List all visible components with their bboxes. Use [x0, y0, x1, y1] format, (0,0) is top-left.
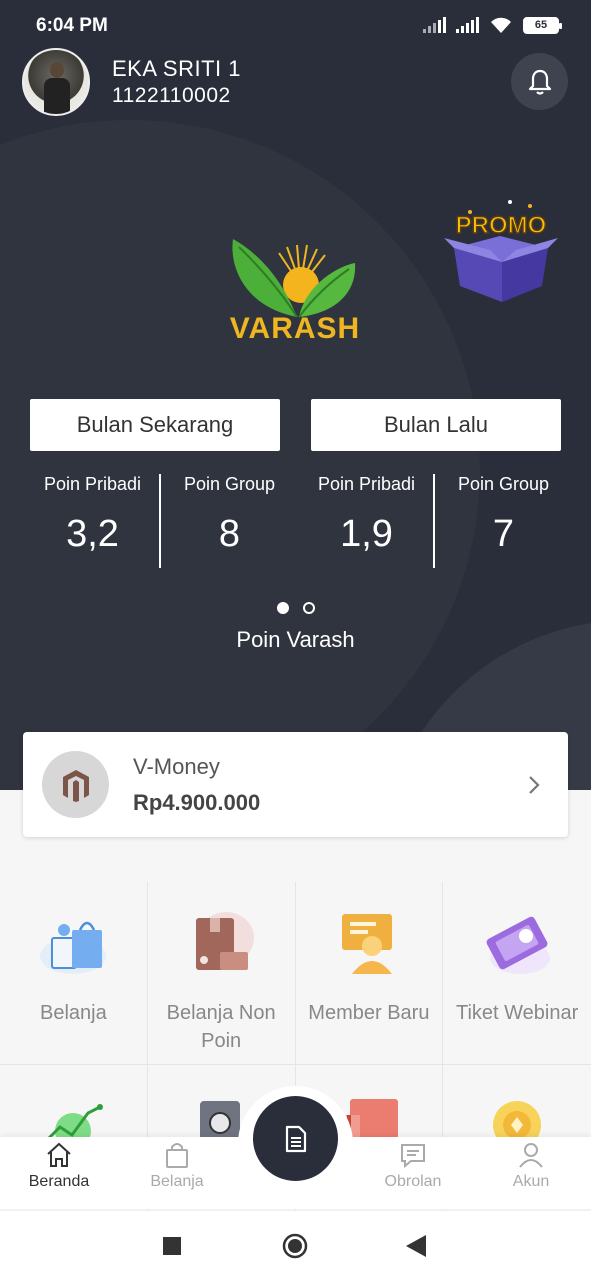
user-profile[interactable]: EKA SRITI 1 1122110002 [22, 48, 241, 116]
carousel-dot[interactable] [303, 602, 315, 614]
points-summary: Poin Pribadi 3,2 Poin Group 8 Poin Priba… [24, 474, 572, 568]
home-icon [47, 1142, 71, 1167]
nav-label: Belanja [150, 1173, 204, 1190]
member-id: 1122110002 [112, 84, 231, 107]
signal-icon [423, 17, 446, 33]
menu-item-tiket-webinar[interactable]: Tiket Webinar [443, 882, 591, 1065]
vmoney-title: V-Money [133, 753, 220, 779]
hero-header [0, 0, 591, 790]
points-item: Poin Pribadi 3,2 [24, 474, 161, 556]
menu-item-belanja[interactable]: Belanja [0, 882, 148, 1065]
chevron-right-icon [529, 776, 540, 794]
carousel-caption: Poin Varash [236, 627, 355, 652]
avatar[interactable] [22, 48, 90, 116]
vmoney-amount: Rp4.900.000 [133, 789, 261, 815]
ticket-icon [486, 916, 551, 974]
box-icon [196, 912, 255, 970]
points-label: Poin Pribadi [317, 474, 416, 494]
divider [159, 474, 161, 568]
status-icons: 65 [423, 16, 562, 34]
new-member-icon [341, 914, 392, 974]
points-value: 8 [218, 513, 241, 555]
document-icon [285, 1125, 306, 1152]
system-navigation-bar [0, 1210, 591, 1280]
logo-text: VARASH [229, 312, 361, 345]
bag-icon [166, 1143, 188, 1168]
user-name: EKA SRITI 1 [112, 56, 241, 81]
nav-beranda[interactable]: Beranda [0, 1137, 118, 1191]
shopping-bag-icon [40, 921, 107, 974]
chat-icon [401, 1144, 425, 1169]
carousel-dot-active[interactable] [277, 602, 289, 614]
document-fab-button[interactable] [253, 1096, 338, 1181]
tab-bulan-sekarang[interactable]: Bulan Sekarang [30, 399, 280, 451]
divider [433, 474, 435, 568]
points-item: Poin Group 7 [433, 474, 572, 568]
nav-label: Beranda [28, 1173, 90, 1190]
menu-label: Belanja Non Poin [166, 1002, 276, 1052]
menu-label: Member Baru [308, 1002, 430, 1024]
user-icon [519, 1143, 543, 1168]
tab-bulan-lalu[interactable]: Bulan Lalu [311, 399, 561, 451]
menu-item-member-baru[interactable]: Member Baru [295, 882, 444, 1065]
nav-obrolan[interactable]: Obrolan [354, 1137, 472, 1191]
menu-label: Belanja [40, 1002, 107, 1024]
bell-icon [528, 69, 551, 95]
points-label: Poin Group [183, 474, 276, 494]
nav-belanja[interactable]: Belanja [118, 1137, 236, 1191]
battery-icon: 65 [523, 16, 562, 34]
period-tabs: Bulan Sekarang Bulan Lalu [30, 399, 561, 451]
vmoney-card[interactable]: V-Money Rp4.900.000 [23, 732, 568, 837]
recents-icon[interactable] [163, 1237, 181, 1255]
status-bar: 6:04 PM 65 [0, 0, 591, 52]
menu-item-belanja-non-poin[interactable]: Belanja Non Poin [147, 882, 296, 1065]
promo-text: PROMO [455, 211, 547, 240]
nav-akun[interactable]: Akun [472, 1137, 590, 1191]
back-icon[interactable] [406, 1235, 426, 1257]
promo-badge[interactable]: PROMO [440, 198, 562, 308]
wifi-icon [491, 17, 511, 33]
notification-button[interactable] [511, 53, 568, 110]
points-value: 1,9 [340, 513, 393, 555]
points-label: Poin Pribadi [43, 474, 142, 494]
points-item: Poin Pribadi 1,9 [298, 474, 435, 556]
wallet-logo-icon [42, 751, 109, 818]
status-time: 6:04 PM [36, 15, 108, 36]
points-value: 7 [492, 513, 515, 555]
carousel-indicator [277, 602, 315, 614]
points-value: 3,2 [66, 513, 119, 555]
signal-icon [456, 17, 479, 33]
points-item: Poin Group 8 [159, 474, 298, 568]
nav-label: Akun [512, 1173, 550, 1190]
nav-label: Obrolan [384, 1173, 442, 1190]
home-button-icon[interactable] [282, 1233, 308, 1259]
points-label: Poin Group [457, 474, 550, 494]
menu-label: Tiket Webinar [455, 1002, 579, 1024]
